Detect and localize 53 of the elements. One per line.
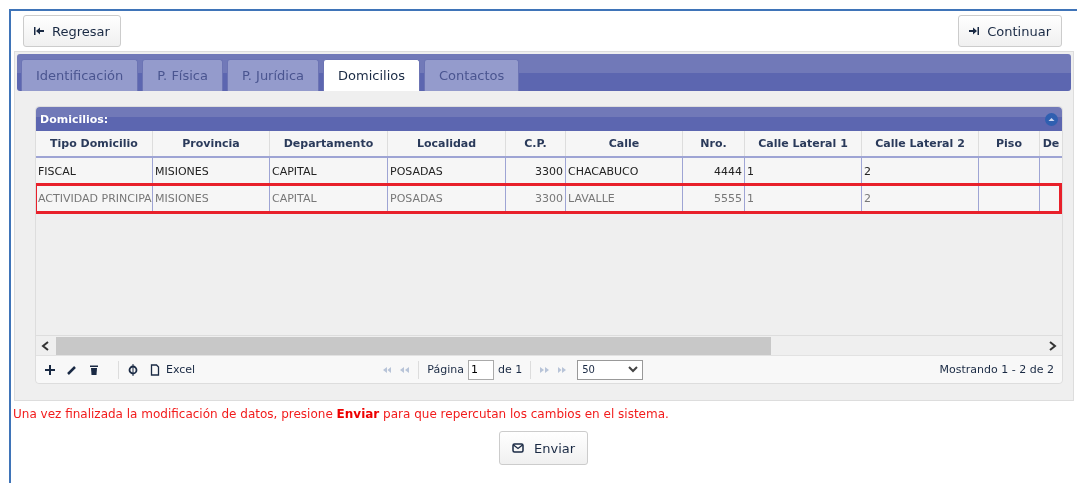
table-cell: 2 [862, 158, 979, 184]
table-cell: POSADAS [388, 158, 506, 184]
table-cell: MISIONES [153, 185, 270, 211]
table-cell: MISIONES [153, 158, 270, 184]
collapse-icon[interactable] [1045, 112, 1058, 126]
table-cell: 1 [745, 158, 862, 184]
column-header[interactable]: De [1040, 131, 1062, 156]
instruction-message: Una vez finalizada la modificación de datos, presione Enviar para que repercutan los cambios en el sistema. [13, 407, 670, 421]
table-row[interactable]: ACTIVIDAD PRINCIPA MISIONES CAPITAL POSADAS 3300 LAVALLE 5555 1 2 [36, 185, 1062, 212]
tab[interactable]: Domicilios [323, 59, 420, 91]
column-header[interactable]: C.P. [506, 131, 566, 156]
column-header[interactable]: Tipo Domicilio [36, 131, 153, 156]
column-header[interactable]: Provincia [153, 131, 270, 156]
column-header[interactable]: Departamento [270, 131, 388, 156]
table-cell: POSADAS [388, 185, 506, 211]
table-cell: 3300 [506, 185, 566, 211]
table-cell: CAPITAL [270, 185, 388, 211]
envelope-icon [512, 443, 524, 453]
back-arrow-icon [34, 27, 44, 35]
column-header[interactable]: Localidad [388, 131, 506, 156]
column-header[interactable]: Calle Lateral 1 [745, 131, 862, 156]
table-row[interactable]: FISCAL MISIONES CAPITAL POSADAS 3300 CHACABUCO 4444 1 2 [36, 158, 1062, 185]
document-icon[interactable] [149, 363, 161, 376]
table-cell: ACTIVIDAD PRINCIPA [36, 185, 153, 211]
excel-button[interactable]: Excel [166, 363, 196, 376]
table-cell: 4444 [683, 158, 745, 184]
table-cell: 1 [745, 185, 862, 211]
forward-arrow-icon [969, 27, 980, 35]
horizontal-scrollbar[interactable] [36, 335, 1062, 355]
table-cell: 5555 [683, 185, 745, 211]
page-label: Página [427, 363, 464, 376]
table-cell: FISCAL [36, 158, 153, 184]
table-cell: 3300 [506, 158, 566, 184]
column-header[interactable]: Piso [979, 131, 1040, 156]
table-cell: CHACABUCO [566, 158, 683, 184]
chevron-down-icon [628, 366, 639, 373]
page-count: de 1 [498, 363, 523, 376]
edit-icon[interactable] [66, 363, 78, 376]
grid-title: Domicilios: [40, 112, 109, 126]
continue-button[interactable]: Continuar [958, 15, 1062, 47]
column-header[interactable]: Calle Lateral 2 [862, 131, 979, 156]
column-header[interactable]: Calle [566, 131, 683, 156]
send-button[interactable]: Enviar [499, 431, 589, 465]
table-cell: CAPITAL [270, 158, 388, 184]
record-summary: Mostrando 1 - 2 de 2 [939, 363, 1054, 376]
page-size-select[interactable]: 50 [577, 359, 644, 380]
column-header[interactable]: Nro. [683, 131, 745, 156]
table-cell: 2 [862, 185, 979, 211]
delete-icon[interactable] [88, 363, 100, 376]
table-cell: LAVALLE [566, 185, 683, 211]
back-button[interactable]: Regresar [23, 15, 121, 47]
add-icon[interactable] [44, 363, 56, 376]
page-input[interactable]: 1 [468, 359, 494, 380]
